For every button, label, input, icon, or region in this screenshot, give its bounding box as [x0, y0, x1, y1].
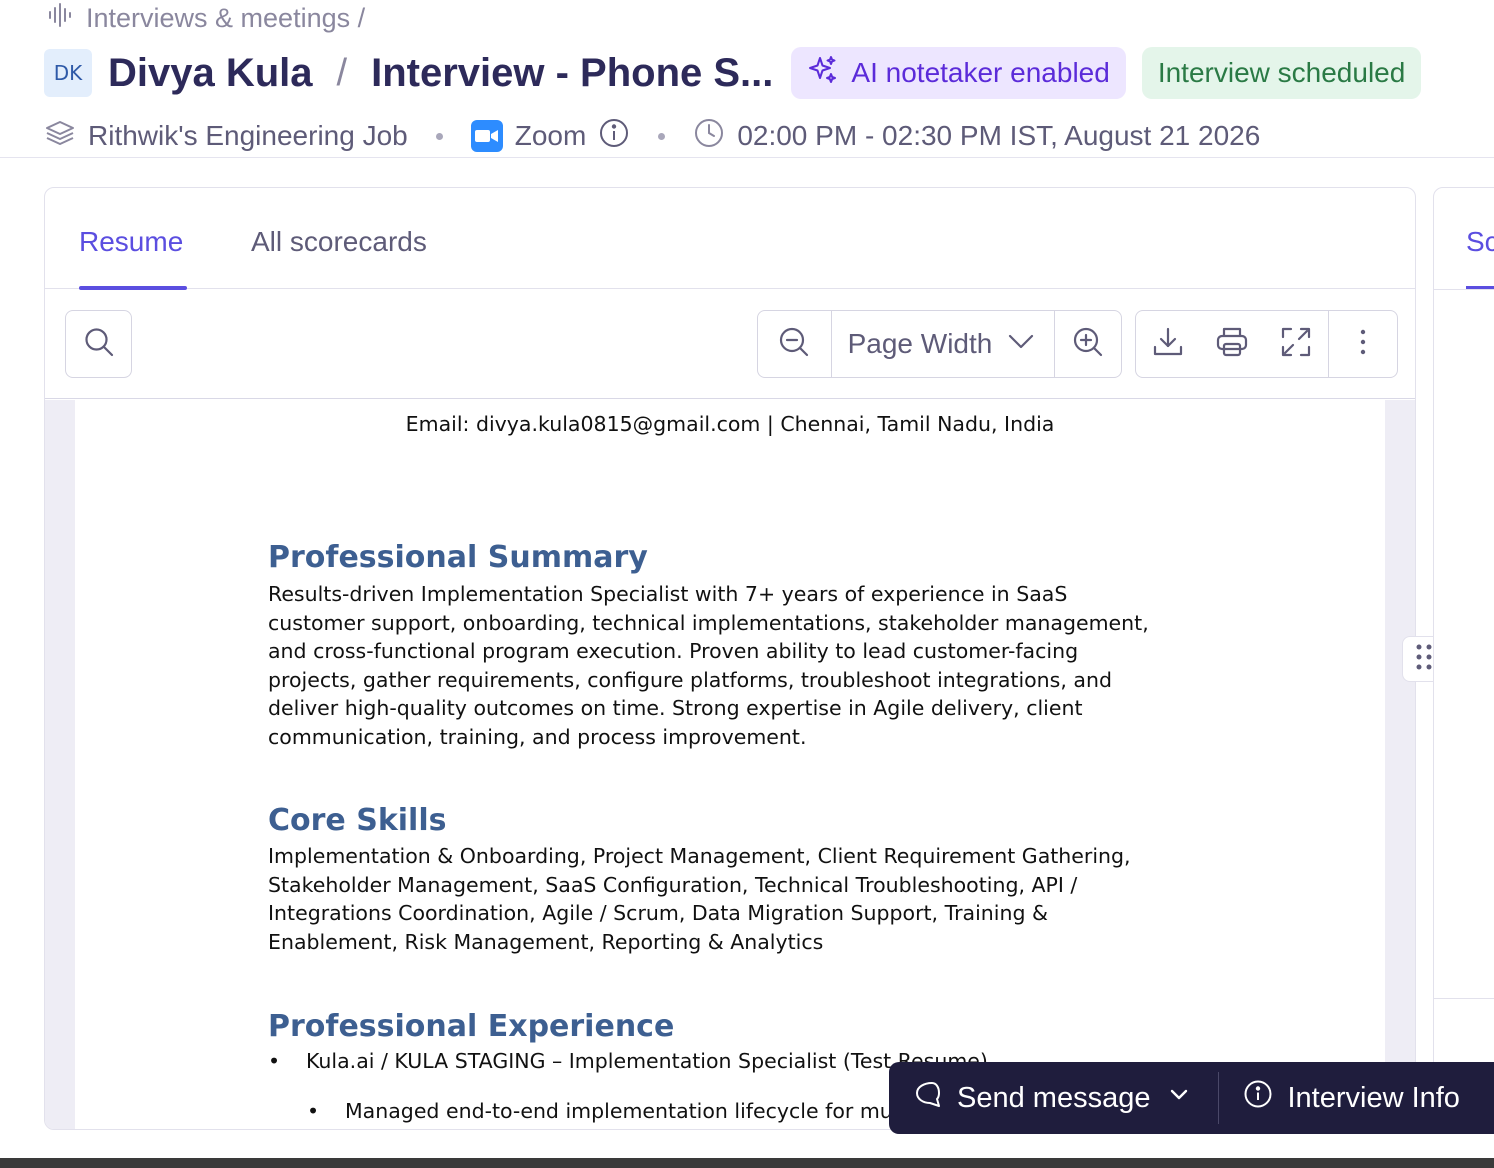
send-message-label: Send message — [957, 1081, 1151, 1114]
panel-divider — [1434, 998, 1494, 999]
job-link[interactable]: Rithwik's Engineering Job — [44, 117, 408, 156]
panel-divider — [1434, 289, 1494, 290]
ai-badge-label: AI notetaker enabled — [851, 57, 1110, 88]
title-separator: / — [336, 51, 348, 94]
meta-separator-dot — [658, 132, 666, 140]
layers-icon — [44, 117, 76, 156]
download-button[interactable] — [1136, 311, 1200, 377]
summary-line: deliver high-quality outcomes on time. S… — [268, 696, 1083, 721]
zoom-controls: Page Width — [757, 310, 1122, 378]
platform-name: Zoom — [514, 120, 587, 151]
interview-info-label: Interview Info — [1287, 1081, 1460, 1114]
summary-line: projects, gather requirements, configure… — [268, 667, 1112, 692]
breadcrumb[interactable]: Interviews & meetings / — [46, 2, 365, 34]
download-icon — [1151, 325, 1185, 364]
print-button[interactable] — [1200, 311, 1264, 377]
interview-info-button[interactable]: Interview Info — [1219, 1062, 1483, 1134]
avatar: DK — [44, 49, 92, 97]
meeting-platform: Zoom — [470, 117, 631, 156]
send-message-button[interactable]: Send message — [889, 1062, 1218, 1134]
chat-bubble-icon — [913, 1079, 943, 1117]
pdf-viewer[interactable]: Email: divya.kula0815@gmail.com | Chenna… — [45, 400, 1415, 1129]
zoom-in-icon — [1071, 325, 1105, 364]
summary-line: Results-driven Implementation Specialist… — [268, 582, 1068, 606]
status-badge: Interview scheduled — [1141, 47, 1422, 99]
zoom-select-value: Page Width — [847, 328, 993, 359]
tab-scorecard[interactable]: Sc — [1466, 226, 1494, 258]
tab-all-scorecards[interactable]: All scorecards — [251, 226, 427, 258]
zoom-select[interactable]: Page Width — [832, 311, 1055, 377]
clock-icon — [693, 117, 725, 156]
zoom-out-button[interactable] — [758, 311, 831, 377]
expand-icon — [1279, 325, 1313, 364]
info-icon — [1243, 1079, 1273, 1117]
tab-resume[interactable]: Resume — [79, 226, 183, 258]
action-bar: Send message Interview Info — [889, 1062, 1494, 1134]
skills-line: Implementation & Onboarding, Project Man… — [268, 844, 1131, 868]
print-icon — [1215, 325, 1249, 364]
interview-time: 02:00 PM - 02:30 PM IST, August 21 2026 — [693, 117, 1260, 156]
meta-separator-dot — [435, 132, 443, 140]
resume-contact-line: Email: divya.kula0815@gmail.com | Chenna… — [405, 412, 1055, 436]
more-options-button[interactable] — [1329, 311, 1396, 377]
summary-line: and cross-functional program execution. … — [268, 639, 1079, 664]
sparkle-icon — [807, 54, 839, 93]
section-title-skills: Core Skills — [268, 803, 447, 838]
drag-handle-icon — [1414, 642, 1434, 677]
chevron-down-icon — [1004, 324, 1038, 365]
scorecard-panel: Sc — [1433, 187, 1494, 1130]
window-bottom-edge — [0, 1158, 1494, 1168]
interview-meta: Rithwik's Engineering Job Zoom 02:00 PM … — [44, 116, 1260, 156]
summary-line: customer support, onboarding, technical … — [268, 610, 1149, 635]
time-range: 02:00 PM - 02:30 PM IST, August 21 2026 — [737, 120, 1261, 151]
tab-bar: Resume All scorecards — [45, 188, 1415, 290]
audio-wave-icon — [46, 0, 76, 37]
skills-line: Stakeholder Management, SaaS Configurati… — [268, 872, 1078, 897]
section-title-summary: Professional Summary — [268, 540, 648, 575]
search-button[interactable] — [65, 310, 132, 378]
pdf-toolbar: Page Width — [45, 290, 1415, 399]
skills-line: Enablement, Risk Management, Reporting &… — [268, 929, 824, 954]
ai-notetaker-badge: AI notetaker enabled — [791, 47, 1126, 99]
experience-item: Kula.ai / KULA STAGING – Implementation … — [268, 1049, 988, 1073]
document-actions — [1135, 310, 1398, 378]
job-name[interactable]: Rithwik's Engineering Job — [88, 120, 408, 152]
skills-line: Integrations Coordination, Agile / Scrum… — [268, 901, 1048, 926]
zoom-icon — [470, 120, 503, 152]
more-vertical-icon — [1346, 325, 1380, 364]
page-title: Interview - Phone S... — [371, 50, 774, 95]
breadcrumb-label[interactable]: Interviews & meetings / — [86, 3, 365, 34]
info-icon[interactable] — [598, 117, 630, 156]
resume-page: Email: divya.kula0815@gmail.com | Chenna… — [75, 400, 1385, 1129]
header-divider — [0, 157, 1494, 158]
resume-card: Resume All scorecards Page Width Email: … — [44, 187, 1416, 1130]
candidate-name[interactable]: Divya Kula — [108, 51, 313, 96]
page-header: DK Divya Kula / Interview - Phone S... A… — [44, 46, 1422, 100]
section-title-experience: Professional Experience — [268, 1009, 675, 1044]
fullscreen-button[interactable] — [1264, 311, 1328, 377]
zoom-out-icon — [777, 325, 811, 364]
zoom-in-button[interactable] — [1055, 311, 1121, 377]
summary-line: communication, training, and process imp… — [268, 724, 807, 749]
chevron-down-icon — [1164, 1079, 1194, 1117]
section-body-summary: Results-driven Implementation Specialist… — [268, 580, 1208, 752]
search-icon — [82, 325, 116, 364]
section-body-skills: Implementation & Onboarding, Project Man… — [268, 842, 1208, 956]
